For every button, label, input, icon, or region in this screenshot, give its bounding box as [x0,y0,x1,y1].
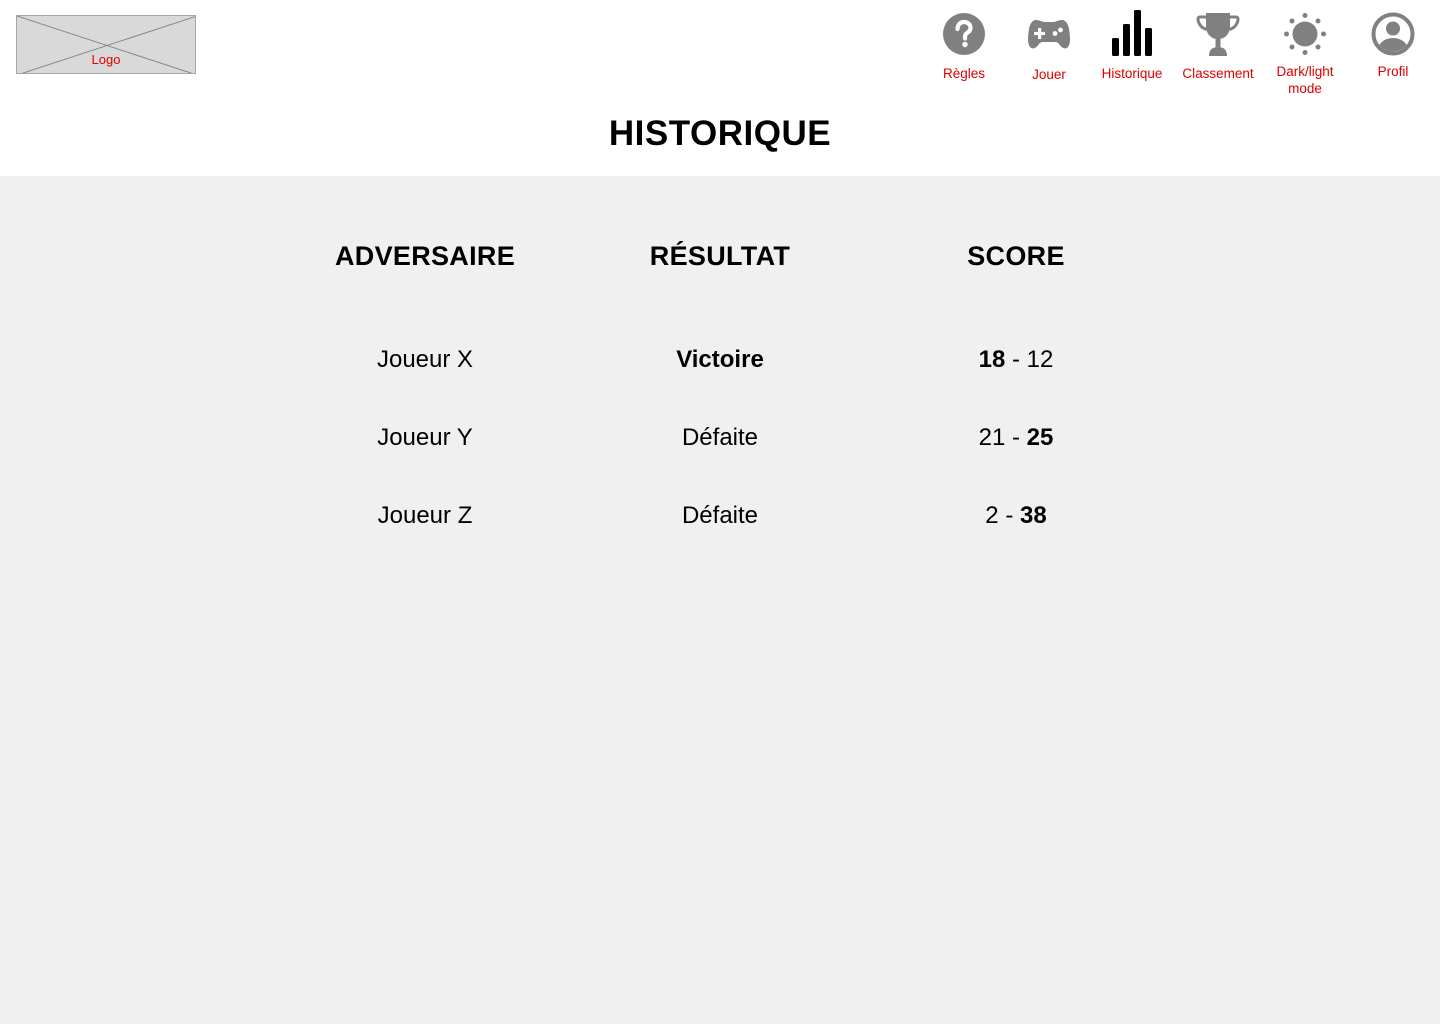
header: Logo Règles Jouer Historique Classement … [0,0,1440,176]
score-separator: - [998,502,1020,529]
nav-item-regles[interactable]: Règles [929,0,999,100]
history-panel: ADVERSAIRE RÉSULTAT SCORE Joueur X Victo… [0,176,1440,1024]
nav-label-classement: Classement [1182,66,1254,81]
nav-label-dark-light: Dark/light [1276,64,1334,79]
nav-label-historique: Historique [1101,66,1163,81]
user-circle-icon [1371,12,1415,56]
gamepad-icon [1028,20,1070,49]
nav-label-jouer: Jouer [1032,67,1066,82]
opponent-cell: Joueur X [376,346,474,373]
result-cell: Défaite [681,502,759,529]
nav-label-mode: mode [1288,81,1322,96]
score-cell: 18 - 12 [866,345,1166,375]
score-cell: 21 - 25 [866,423,1166,453]
opponent-cell: Joueur Y [377,424,473,451]
sun-icon [1284,13,1326,55]
logo-label: Logo [91,52,121,67]
score-right: 12 [1026,346,1054,373]
nav-label-regles: Règles [942,66,986,81]
result-cell: Victoire [676,346,764,373]
nav-item-profil[interactable]: Profil [1358,0,1428,100]
nav-item-dark-light-mode[interactable]: Dark/light mode [1264,0,1346,100]
nav-label-profil: Profil [1377,64,1409,79]
score-left: 2 [985,502,999,529]
nav-item-historique[interactable]: Historique [1094,0,1170,100]
opponent-cell: Joueur Z [377,502,473,529]
score-left: 18 [978,346,1006,373]
score-right: 25 [1026,424,1054,451]
nav-label-dark-light-mode: Dark/light mode [1264,63,1346,97]
bar-chart-icon [1112,10,1152,56]
score-separator: - [1005,346,1027,373]
logo[interactable]: Logo [16,15,196,74]
column-header-result: RÉSULTAT [649,241,791,271]
nav-item-classement[interactable]: Classement [1176,0,1260,100]
question-circle-icon [943,13,985,55]
result-cell: Défaite [681,424,759,451]
score-left: 21 [978,424,1006,451]
page-title: HISTORIQUE [608,114,832,153]
column-header-score: SCORE [967,241,1065,271]
column-header-opponent: ADVERSAIRE [334,241,516,271]
score-separator: - [1005,424,1027,451]
nav-item-jouer[interactable]: Jouer [1014,0,1084,100]
score-right: 38 [1019,502,1047,529]
score-cell: 2 - 38 [866,501,1166,531]
trophy-icon [1196,13,1240,56]
